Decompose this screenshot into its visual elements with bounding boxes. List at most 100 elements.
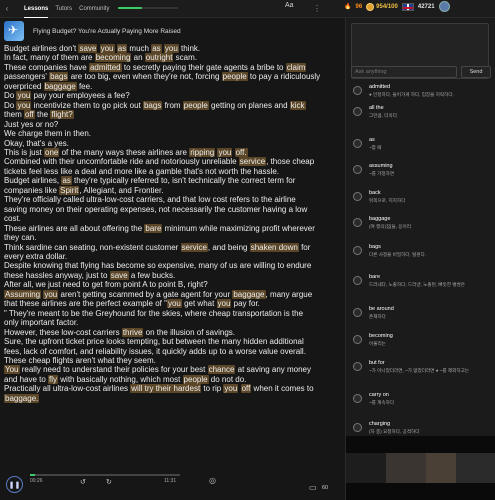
highlighted-word[interactable]: bags [49,72,69,82]
back-arrow-icon[interactable]: ‹ [0,2,14,16]
text-span[interactable]: a few bucks. [129,271,175,280]
text-span[interactable]: only important factor. [4,318,78,327]
status-circle-icon[interactable] [353,246,362,255]
status-circle-icon[interactable] [353,192,362,201]
text-span[interactable]: for [299,243,310,252]
highlighted-word[interactable]: becoming [94,53,132,63]
text-span[interactable]: This is just [4,148,44,157]
highlighted-word[interactable]: service [180,242,208,252]
text-span[interactable]: companies like [4,186,59,195]
highlighted-word[interactable]: Spirit [59,185,80,195]
text-span[interactable]: minimum while maximizing profit wherever [162,224,315,233]
highlighted-word[interactable]: flight? [50,110,74,120]
highlighted-word[interactable]: chance [207,365,236,375]
highlighted-word[interactable]: admitted [88,62,122,72]
text-span[interactable]: , Allegiant, and Frontier. [79,186,163,195]
highlighted-word[interactable]: baggage. [4,393,40,403]
text-span[interactable]: on the illusion of savings. [143,328,235,337]
text-span[interactable]: to rip [201,384,223,393]
text-span[interactable]: these hassles anyway, just to [4,271,110,280]
vocab-item[interactable]: bags 다른 사정을 비밀하다, 털원다. [353,244,491,264]
status-circle-icon[interactable] [353,165,362,174]
vocab-item[interactable]: be around 존재하다 [353,306,491,326]
text-span[interactable]: that these airlines are the perfect exam… [4,299,167,308]
text-span[interactable]: Think sardine can seating, non-existent … [4,243,181,252]
text-span[interactable]: do not do. [209,375,247,384]
text-span[interactable]: Combined with their uncomfortable ride a… [4,157,239,166]
highlighted-word[interactable]: you [43,289,59,299]
text-span[interactable]: , those cheap [266,157,314,166]
text-span[interactable]: an [131,53,144,62]
highlighted-word[interactable]: you [163,44,179,53]
highlighted-word[interactable]: you [216,299,232,309]
status-circle-icon[interactable] [353,394,362,403]
tab-tutors[interactable]: Tutors [55,4,72,14]
vocab-item[interactable]: as ~함 때 [353,137,491,157]
vocab-item[interactable]: back 뒤쪽으로, 지지하다 [353,190,491,210]
text-span[interactable]: Budget airlines, [4,176,61,185]
text-span[interactable]: much [127,44,151,53]
forward-icon[interactable]: ↻ [106,478,112,486]
text-span[interactable]: every extra dollar. [4,252,67,261]
status-circle-icon[interactable] [353,362,362,371]
text-span[interactable]: from [162,101,182,110]
text-span[interactable]: are too big, even when they're not, forc… [68,72,221,81]
text-span[interactable]: saving money on their operating expenses… [4,205,307,214]
highlighted-word[interactable]: Assuming [4,289,42,299]
vocab-item[interactable]: but for ~가 아니었더라면, ~가 없었더라면 ● ~를 제외하고는 [353,360,491,380]
text-span[interactable]: , and being [208,243,250,252]
highlighted-word[interactable]: bags [142,100,163,110]
highlighted-word[interactable]: save [109,270,129,280]
text-span[interactable]: However, these low-cost carriers [4,328,122,337]
text-span[interactable]: when it comes to [251,384,314,393]
flashcards-icon[interactable]: ▭ [309,483,317,492]
text-span[interactable]: They're officially called ultra-low-cost… [4,195,296,204]
text-span[interactable]: pay your employees a fee? [31,91,130,100]
text-span[interactable]: them [4,110,24,119]
text-span[interactable]: get what [182,299,217,308]
rewind-icon[interactable]: ↺ [80,478,86,486]
text-span[interactable]: aren't getting scammed by a gate agent f… [58,290,232,299]
highlighted-word[interactable]: people [182,100,209,110]
highlighted-word[interactable]: people [182,374,209,384]
text-span[interactable]: Sure, the upfront ticket price looks tem… [4,337,304,346]
highlighted-word[interactable]: off [24,110,35,120]
text-span[interactable]: passengers' [4,72,49,81]
highlighted-word[interactable]: you [16,100,32,110]
text-span[interactable]: pay for. [231,299,260,308]
vocab-item[interactable]: admitted ● 인정하다, 들어가게 하다, 입장을 허락하다. [353,84,491,104]
highlighted-word[interactable]: save [78,44,98,53]
text-span[interactable]: Budget airlines don't [4,44,78,53]
tab-community[interactable]: Community [79,4,109,14]
video-preview[interactable] [346,436,495,500]
text-span[interactable]: incentivize them to go pick out [31,101,143,110]
status-circle-icon[interactable] [353,107,362,116]
text-span[interactable]: fees, lack of comfort, and reliability i… [4,347,306,356]
highlighted-word[interactable]: baggage [43,81,77,91]
text-span[interactable]: scam. [173,53,197,62]
text-span[interactable]: These airlines are all about offering th… [4,224,144,233]
speed-icon[interactable]: ◎ [209,476,216,485]
highlighted-word[interactable]: bare [144,223,163,233]
audio-seek-bar[interactable] [30,474,180,476]
text-span[interactable]: We charge them in then. [4,129,91,138]
text-span[interactable]: tickets feel less like a deal and more l… [4,167,279,176]
text-span[interactable]: fee. [77,82,92,91]
text-span[interactable]: Okay, that's a yes. [4,139,69,148]
highlighted-word[interactable]: you [166,299,182,309]
highlighted-word[interactable]: service [238,157,267,167]
more-options-icon[interactable]: ⋮ [310,1,324,15]
font-size-button[interactable]: Aa [285,2,294,9]
text-span[interactable]: the [35,110,51,119]
highlighted-word[interactable]: You [4,365,20,375]
status-circle-icon[interactable] [353,276,362,285]
status-circle-icon[interactable] [353,308,362,317]
highlighted-word[interactable]: outright [144,53,174,63]
status-circle-icon[interactable] [353,423,362,432]
pause-button[interactable]: ❚❚ [6,476,23,493]
highlighted-word[interactable]: thrive [121,327,144,337]
text-span[interactable]: After all, we just need to get from poin… [4,280,208,289]
text-span[interactable]: with basically nothing, which most [58,375,183,384]
vocab-item[interactable]: baggage (여 행의)짐[들, 응어리 [353,216,491,236]
highlighted-word[interactable]: as [116,44,128,53]
